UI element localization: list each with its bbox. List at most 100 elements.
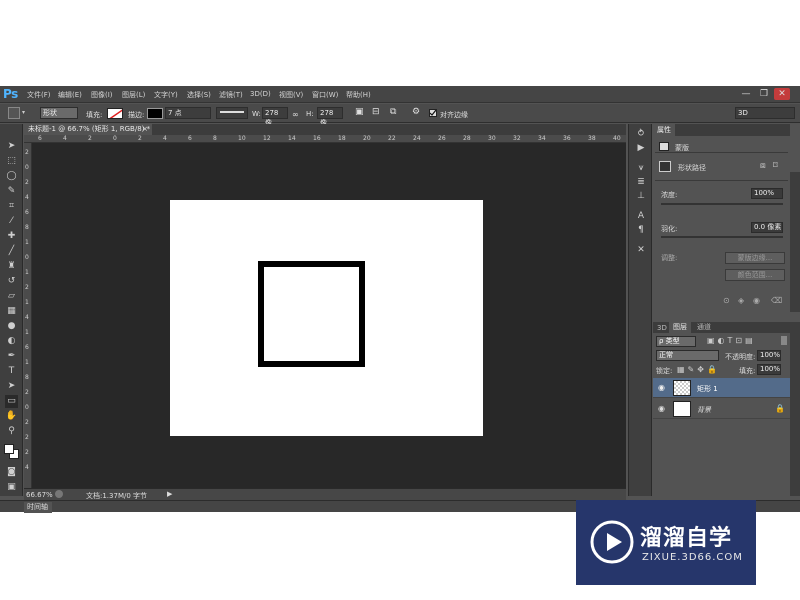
add-mask-icon[interactable]: ⧈	[760, 161, 766, 171]
lasso-tool-icon[interactable]: ◯	[5, 170, 18, 183]
eye-icon[interactable]: ◉	[658, 404, 665, 413]
vector-mask-icon[interactable]: ⌑	[773, 161, 778, 171]
character-icon[interactable]: A	[634, 210, 648, 223]
menu-select[interactable]: 选择(S)	[187, 90, 211, 100]
feather-input[interactable]: 0.0 像素	[751, 222, 783, 233]
restore-button[interactable]: ❐	[756, 88, 772, 100]
menu-window[interactable]: 窗口(W)	[312, 90, 338, 100]
filter-toggle[interactable]	[781, 336, 787, 345]
screen-mode-icon[interactable]: ▣	[5, 481, 18, 494]
healing-tool-icon[interactable]: ✚	[5, 230, 18, 243]
brush-tool-icon[interactable]: ╱	[5, 245, 18, 258]
history-icon[interactable]: ⥁	[634, 128, 648, 141]
tab-channels[interactable]: 通道	[693, 322, 715, 333]
layer-row[interactable]: ◉ 背景 🔒	[653, 399, 790, 419]
document-canvas[interactable]	[170, 200, 483, 436]
feather-slider[interactable]	[661, 236, 783, 238]
menu-image[interactable]: 图像(I)	[91, 90, 113, 100]
menu-file[interactable]: 文件(F)	[27, 90, 51, 100]
layer-filter-select[interactable]: ρ 类型	[656, 336, 696, 347]
path-ops-icon[interactable]: ▣	[355, 107, 364, 117]
stamp-tool-icon[interactable]: ♜	[5, 260, 18, 273]
chevron-down-icon[interactable]: ▾	[22, 109, 25, 116]
tools-icon[interactable]: ✕	[634, 244, 648, 257]
fill-input[interactable]: 100%	[757, 364, 781, 375]
tab-properties[interactable]: 属性	[653, 124, 675, 136]
apply-mask-icon[interactable]: ◈	[738, 296, 744, 305]
blend-mode-select[interactable]: 正常	[656, 350, 719, 361]
lock-icons[interactable]: ▦✎✥🔒	[677, 365, 720, 374]
eraser-tool-icon[interactable]: ▱	[5, 290, 18, 303]
mask-edge-button[interactable]: 蒙版边缘...	[725, 252, 785, 264]
visibility-icon[interactable]: ◉	[753, 296, 760, 305]
ruler-tick-label: 4	[25, 464, 29, 471]
marquee-tool-icon[interactable]: ⬚	[5, 155, 18, 168]
pen-tool-icon[interactable]: ✒	[5, 350, 18, 363]
menu-view[interactable]: 视图(V)	[279, 90, 303, 100]
tool-preset-icon[interactable]	[8, 107, 20, 119]
paragraph-icon[interactable]: ¶	[634, 224, 648, 237]
opacity-input[interactable]: 100%	[757, 350, 781, 361]
clone-source-icon[interactable]: ⊥	[634, 190, 648, 203]
timeline-tab[interactable]: 时间轴	[24, 502, 52, 513]
hand-tool-icon[interactable]: ✋	[5, 410, 18, 423]
layer-row[interactable]: ◉ 矩形 1	[653, 378, 790, 398]
fill-swatch[interactable]	[107, 108, 123, 119]
document-close-icon[interactable]: ×	[142, 124, 148, 135]
height-input[interactable]: 278 像	[317, 107, 343, 127]
stroke-swatch[interactable]	[147, 108, 163, 119]
color-range-button[interactable]: 颜色范围...	[725, 269, 785, 281]
path-arrange-icon[interactable]: ⧉	[390, 107, 396, 117]
rectangle-shape[interactable]	[258, 261, 365, 367]
workspace-select[interactable]: 3D	[735, 107, 795, 119]
menu-type[interactable]: 文字(Y)	[154, 90, 178, 100]
quick-mask-icon[interactable]: ◙	[5, 466, 18, 479]
crop-tool-icon[interactable]: ⌗	[5, 200, 18, 213]
menu-layer[interactable]: 图层(L)	[122, 90, 145, 100]
density-input[interactable]: 100%	[751, 188, 783, 199]
load-selection-icon[interactable]: ⊙	[723, 296, 730, 305]
close-button[interactable]: ✕	[774, 88, 790, 100]
eye-icon[interactable]: ◉	[658, 383, 665, 392]
pixel-mask-icon[interactable]	[659, 161, 671, 172]
menu-3d[interactable]: 3D(D)	[250, 90, 271, 98]
trash-icon[interactable]: ⌫	[771, 296, 782, 305]
menu-filter[interactable]: 滤镜(T)	[219, 90, 243, 100]
type-tool-icon[interactable]: T	[5, 365, 18, 378]
path-select-tool-icon[interactable]: ➤	[5, 380, 18, 393]
filter-icons[interactable]: ▣◐T⊡▤	[707, 336, 756, 345]
align-edges-checkbox[interactable]	[429, 109, 437, 117]
quick-select-tool-icon[interactable]: ✎	[5, 185, 18, 198]
rectangle-tool-icon[interactable]: ▭	[5, 395, 18, 408]
properties-scrollbar[interactable]	[790, 172, 800, 312]
status-arrow-icon[interactable]: ▶	[167, 490, 172, 498]
gear-icon[interactable]: ⚙	[412, 107, 420, 117]
width-input[interactable]: 278 像	[262, 107, 288, 127]
document-tab[interactable]: 未标题-1 @ 66.7% (矩形 1, RGB/8) * ×	[24, 124, 152, 135]
mode-select[interactable]: 形状	[40, 107, 78, 119]
zoom-level[interactable]: 66.67%	[26, 491, 53, 499]
history-brush-tool-icon[interactable]: ↺	[5, 275, 18, 288]
minimize-button[interactable]: —	[738, 88, 754, 100]
foreground-color-swatch[interactable]	[4, 444, 14, 454]
stroke-size-input[interactable]: 7 点	[165, 107, 211, 119]
brush-presets-icon[interactable]: ⩛	[634, 162, 648, 175]
zoom-tool-icon[interactable]: ⚲	[5, 425, 18, 438]
link-icon[interactable]: ∞	[292, 110, 299, 119]
actions-icon[interactable]: ▶	[634, 142, 648, 155]
stroke-type-select[interactable]	[216, 107, 248, 119]
blur-tool-icon[interactable]: ●	[5, 320, 18, 333]
menu-help[interactable]: 帮助(H)	[346, 90, 371, 100]
properties-panel: 属性 蒙版 形状路径 ⧈ ⌑ 浓度: 100% 羽化: 0.0 像素 调整: 蒙…	[653, 124, 790, 314]
path-align-icon[interactable]: ⊟	[372, 107, 380, 117]
layer-thumbnail	[673, 380, 691, 396]
density-slider[interactable]	[661, 203, 783, 205]
brush-panel-icon[interactable]: ≣	[634, 176, 648, 189]
menu-edit[interactable]: 编辑(E)	[58, 90, 82, 100]
eyedropper-tool-icon[interactable]: ⁄	[5, 215, 18, 228]
move-tool-icon[interactable]: ➤	[5, 140, 18, 153]
layers-scrollbar[interactable]	[790, 322, 800, 496]
dodge-tool-icon[interactable]: ◐	[5, 335, 18, 348]
gradient-tool-icon[interactable]: ▦	[5, 305, 18, 318]
tab-layers[interactable]: 图层	[669, 322, 691, 333]
